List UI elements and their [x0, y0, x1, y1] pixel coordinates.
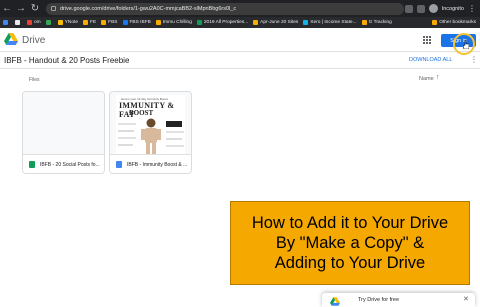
poster-notes-left-icon [118, 123, 136, 146]
sort-by-name[interactable]: Name [419, 76, 434, 82]
bookmark-icon [27, 20, 32, 25]
poster-subheading: BOOST [129, 109, 154, 117]
bookmark-item[interactable]: YNote [57, 20, 78, 25]
reload-icon[interactable]: ↻ [28, 3, 42, 14]
folder-icon [101, 20, 107, 25]
browser-toolbar: ← → ↻ drive.google.com/drive/folders/1-g… [0, 0, 480, 17]
drive-header: Drive Sign in [0, 28, 480, 52]
callout-line: By "Make a Copy" & [275, 234, 425, 252]
file-thumbnail [23, 92, 104, 154]
file-card[interactable]: Here's your 14 day Immunity Boost IMMUNI… [109, 91, 192, 174]
bookmark-item[interactable]: 2019 All Properties... [196, 20, 248, 25]
poster-preview: Here's your 14 day Immunity Boost IMMUNI… [116, 95, 185, 154]
close-icon[interactable]: ✕ [463, 295, 469, 303]
download-all-button[interactable]: DOWNLOAD ALL [409, 57, 452, 63]
bookmark-item[interactable]: Xero | Income State... [303, 20, 357, 25]
bookmark-folder[interactable]: FBS [101, 20, 118, 25]
bookmark-folder[interactable]: Immu Chilling [155, 20, 192, 25]
file-card-footer: IBFB - Immunity Boost & ... [110, 154, 191, 173]
folder-icon [155, 20, 161, 25]
bookmark-folder[interactable]: FE [83, 20, 96, 25]
body-illustration-icon [141, 118, 161, 154]
bookmark-icon [57, 20, 63, 25]
folder-icon [83, 20, 89, 25]
sheets-icon [196, 20, 202, 25]
bookmarks-bar: om YNote FE FBS FBS IBFB Immu Chilling 2… [0, 17, 480, 28]
address-url[interactable]: drive.google.com/drive/folders/1-gwu2A0C… [60, 6, 236, 12]
back-icon[interactable]: ← [0, 3, 14, 14]
browser-menu-icon[interactable]: ⋮ [468, 4, 476, 13]
file-card-footer: IBFB - 20 Social Posts fo... [23, 154, 104, 173]
other-bookmarks[interactable]: Other bookmarks [432, 20, 480, 25]
extension-icon[interactable] [404, 4, 413, 13]
folder-title: IBFB - Handout & 20 Posts Freebie [4, 56, 130, 65]
folder-icon [253, 20, 259, 25]
instruction-callout: How to Add it to Your Drive By "Make a C… [230, 201, 470, 285]
apps-grid-icon[interactable] [423, 36, 431, 44]
callout-line: How to Add it to Your Drive [251, 214, 449, 232]
bookmark-folder[interactable]: G Tracking [361, 20, 392, 25]
hand-cursor-icon [463, 40, 469, 49]
sort-arrow-icon[interactable]: ↑ [436, 74, 440, 81]
bookmark-icon [45, 20, 51, 25]
incognito-icon[interactable] [428, 4, 438, 13]
file-thumbnail: Here's your 14 day Immunity Boost IMMUNI… [110, 92, 191, 154]
popup-text: Try Drive for free [358, 297, 400, 303]
bookmark-folder[interactable]: Apr-June 20 Sites [253, 20, 298, 25]
bookmark-item[interactable]: FBS IBFB [122, 20, 151, 25]
xero-icon [303, 20, 309, 25]
address-bar[interactable]: drive.google.com/drive/folders/1-gwu2A0C… [46, 2, 404, 15]
file-card[interactable]: IBFB - 20 Social Posts fo... [22, 91, 105, 174]
drive-logo-icon[interactable] [4, 33, 18, 45]
bookmark-icon [3, 20, 8, 25]
more-options-icon[interactable]: ⋮ [470, 55, 478, 64]
bookmark-item[interactable] [15, 20, 22, 25]
poster-notes-right-icon [166, 121, 184, 147]
try-drive-popup[interactable]: Try Drive for free ✕ [322, 293, 475, 307]
facebook-icon [122, 20, 128, 25]
forward-icon[interactable]: → [14, 3, 28, 14]
callout-line: Adding to Your Drive [274, 254, 426, 272]
bookmark-icon [15, 20, 20, 25]
drive-logo-icon [330, 297, 340, 306]
docs-icon [116, 161, 122, 168]
file-name: IBFB - 20 Social Posts fo... [40, 161, 100, 168]
bookmark-item[interactable] [45, 20, 53, 25]
files-section-label: Files [29, 77, 40, 83]
app-title[interactable]: Drive [22, 35, 45, 46]
bookmark-item[interactable]: om [27, 20, 41, 25]
profile-label: Incognito [441, 5, 464, 12]
lock-icon [51, 6, 56, 11]
folder-icon [361, 20, 367, 25]
file-name: IBFB - Immunity Boost & ... [127, 161, 188, 168]
folder-bar: IBFB - Handout & 20 Posts Freebie DOWNLO… [0, 53, 480, 69]
sheets-icon [29, 161, 35, 168]
bookmark-item[interactable] [3, 20, 10, 25]
folder-icon [432, 20, 438, 25]
extension-icon[interactable] [416, 4, 425, 13]
